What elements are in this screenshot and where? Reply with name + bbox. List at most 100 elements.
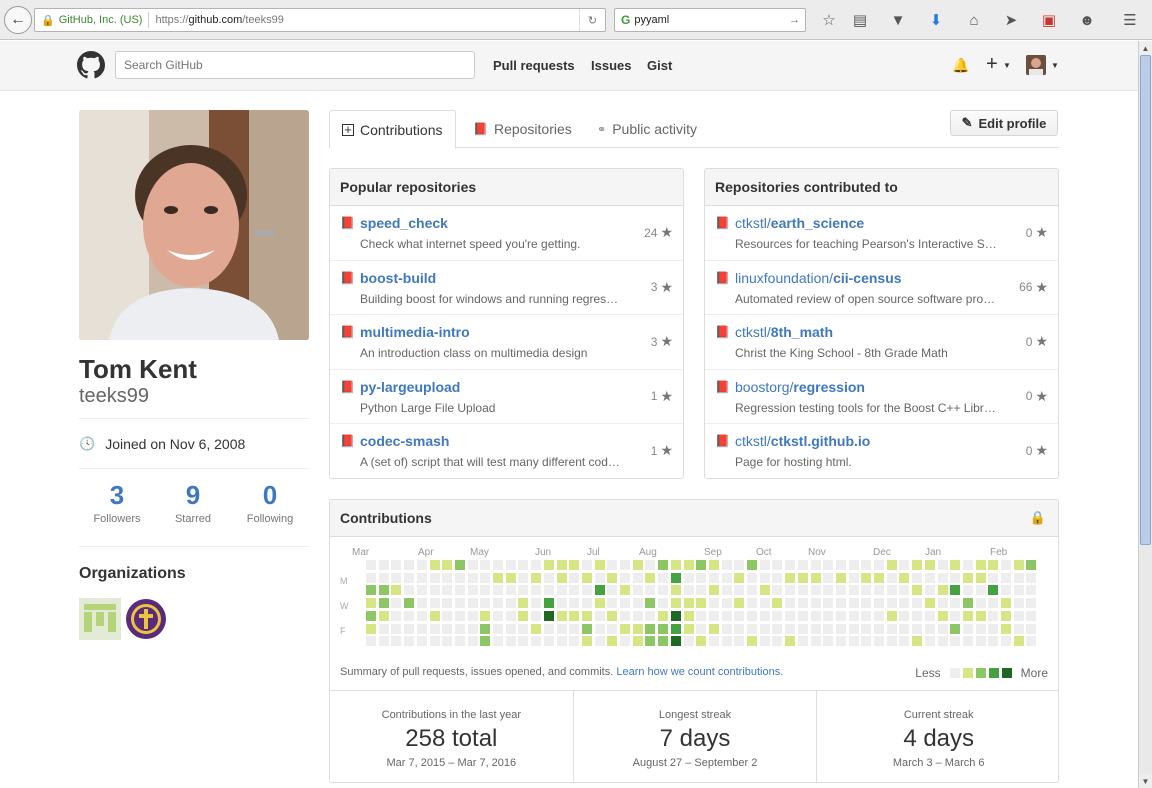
contribution-day[interactable]: [810, 572, 821, 583]
contribution-day[interactable]: [505, 585, 516, 596]
contribution-day[interactable]: [569, 610, 580, 621]
contribution-day[interactable]: [772, 560, 783, 570]
contribution-day[interactable]: [556, 623, 567, 634]
contribution-day[interactable]: [683, 623, 694, 634]
contribution-day[interactable]: [518, 572, 529, 583]
contribution-day[interactable]: [1001, 585, 1011, 596]
edit-profile-button[interactable]: ✎ Edit profile: [950, 110, 1058, 136]
contribution-day[interactable]: [378, 560, 389, 570]
contribution-day[interactable]: [632, 610, 643, 621]
contribution-day[interactable]: [505, 560, 516, 570]
contribution-day[interactable]: [924, 636, 935, 647]
contribution-day[interactable]: [442, 598, 453, 609]
downloads-icon[interactable]: ⬇: [926, 10, 946, 30]
contribution-day[interactable]: [391, 623, 402, 634]
contribution-day[interactable]: [366, 560, 376, 570]
contribution-day[interactable]: [759, 610, 770, 621]
contribution-day[interactable]: [391, 572, 402, 583]
contribution-day[interactable]: [734, 585, 745, 596]
contribution-day[interactable]: [962, 636, 973, 647]
contribution-day[interactable]: [848, 623, 859, 634]
contribution-day[interactable]: [378, 636, 389, 647]
contribution-day[interactable]: [924, 572, 935, 583]
contribution-day[interactable]: [848, 560, 859, 570]
contribution-day[interactable]: [950, 610, 961, 621]
contribution-day[interactable]: [670, 636, 681, 647]
contribution-day[interactable]: [683, 610, 694, 621]
contribution-day[interactable]: [378, 585, 389, 596]
reload-icon[interactable]: ↻: [579, 9, 605, 31]
contribution-day[interactable]: [556, 598, 567, 609]
contribution-day[interactable]: [518, 598, 529, 609]
learn-how-link[interactable]: Learn how we count contributions.: [616, 666, 783, 678]
contribution-day[interactable]: [759, 560, 770, 570]
contribution-day[interactable]: [632, 598, 643, 609]
contribution-day[interactable]: [1026, 598, 1037, 609]
contribution-day[interactable]: [645, 572, 656, 583]
contribution-day[interactable]: [886, 572, 897, 583]
contribution-day[interactable]: [962, 623, 973, 634]
contribution-day[interactable]: [391, 610, 402, 621]
contribution-day[interactable]: [454, 585, 465, 596]
contribution-day[interactable]: [823, 598, 834, 609]
contribution-day[interactable]: [594, 636, 605, 647]
contribution-day[interactable]: [886, 585, 897, 596]
contribution-day[interactable]: [912, 636, 923, 647]
contribution-day[interactable]: [543, 572, 554, 583]
contribution-day[interactable]: [861, 560, 872, 570]
contribution-day[interactable]: [1013, 610, 1024, 621]
contribution-day[interactable]: [518, 636, 529, 647]
following-stat[interactable]: 0 Following: [232, 480, 308, 525]
contribution-day[interactable]: [759, 585, 770, 596]
contribution-day[interactable]: [861, 636, 872, 647]
notifications-bell-icon[interactable]: 🔔: [952, 57, 969, 74]
contribution-day[interactable]: [442, 610, 453, 621]
contribution-day[interactable]: [912, 560, 923, 570]
contribution-day[interactable]: [454, 623, 465, 634]
contribution-day[interactable]: [950, 585, 961, 596]
contribution-day[interactable]: [1001, 572, 1011, 583]
contribution-day[interactable]: [962, 598, 973, 609]
contribution-day[interactable]: [531, 636, 542, 647]
contribution-day[interactable]: [785, 585, 796, 596]
page-scrollbar[interactable]: ▲ ▼: [1138, 41, 1152, 788]
contribution-day[interactable]: [708, 636, 719, 647]
contribution-day[interactable]: [924, 598, 935, 609]
contribution-day[interactable]: [988, 585, 999, 596]
contribution-day[interactable]: [1001, 636, 1011, 647]
contribution-day[interactable]: [378, 598, 389, 609]
contribution-day[interactable]: [759, 636, 770, 647]
contribution-day[interactable]: [721, 610, 732, 621]
contribution-day[interactable]: [1013, 560, 1024, 570]
contribution-day[interactable]: [404, 636, 415, 647]
contribution-day[interactable]: [924, 560, 935, 570]
contribution-day[interactable]: [607, 560, 618, 570]
contribution-day[interactable]: [835, 598, 846, 609]
contribution-day[interactable]: [454, 598, 465, 609]
contribution-day[interactable]: [861, 623, 872, 634]
contribution-day[interactable]: [581, 610, 592, 621]
contribution-day[interactable]: [416, 585, 427, 596]
contribution-day[interactable]: [543, 636, 554, 647]
repo-item[interactable]: 📕 py-largeupload Python Large File Upload 1…: [330, 370, 683, 425]
contribution-day[interactable]: [835, 560, 846, 570]
contribution-day[interactable]: [581, 572, 592, 583]
contribution-day[interactable]: [975, 636, 986, 647]
contribution-day[interactable]: [454, 610, 465, 621]
contribution-day[interactable]: [747, 572, 757, 583]
contribution-day[interactable]: [467, 623, 478, 634]
repo-link[interactable]: multimedia-intro: [360, 324, 470, 340]
contribution-day[interactable]: [594, 560, 605, 570]
repo-link[interactable]: boost-build: [360, 270, 436, 286]
contribution-day[interactable]: [747, 623, 757, 634]
contribution-day[interactable]: [683, 636, 694, 647]
contribution-day[interactable]: [1026, 636, 1037, 647]
repo-item[interactable]: 📕 ctkstl/ctkstl.github.io Page for hosting…: [705, 424, 1058, 478]
chat-icon[interactable]: ☻: [1077, 10, 1097, 30]
contribution-day[interactable]: [467, 560, 478, 570]
contribution-day[interactable]: [454, 572, 465, 583]
contribution-day[interactable]: [429, 572, 440, 583]
contribution-day[interactable]: [785, 636, 796, 647]
reading-list-icon[interactable]: ▤: [850, 10, 870, 30]
contribution-day[interactable]: [531, 610, 542, 621]
